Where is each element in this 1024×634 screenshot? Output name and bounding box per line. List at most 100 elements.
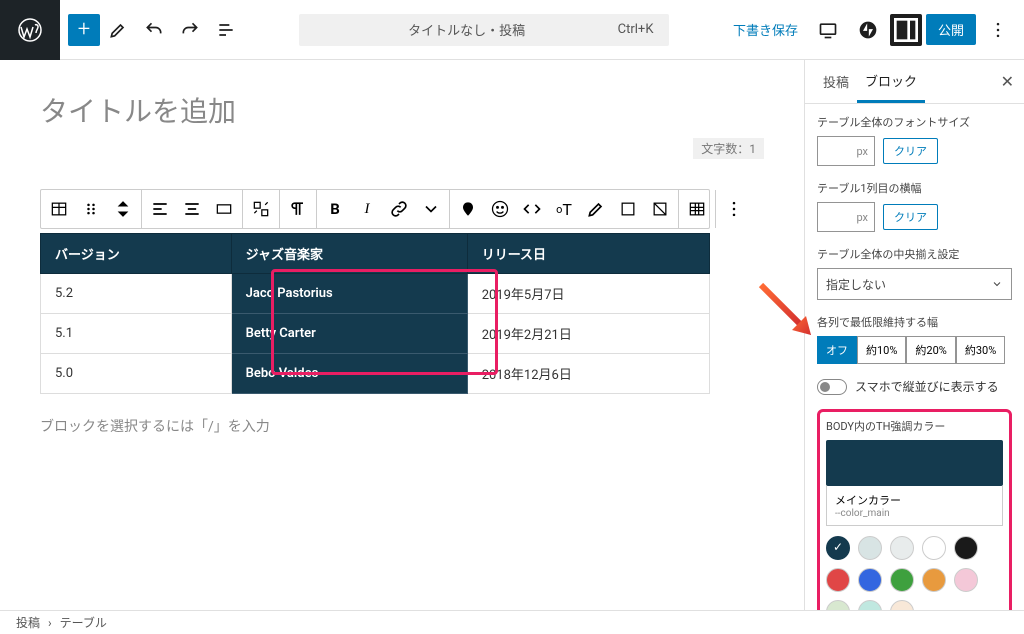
close-sidebar-icon[interactable]: ✕: [1001, 72, 1014, 91]
table-cell[interactable]: Betty Carter: [231, 314, 467, 354]
highlight-icon[interactable]: [580, 191, 612, 227]
color-swatch[interactable]: [922, 568, 946, 592]
min-width-option[interactable]: 約20%: [906, 336, 955, 364]
panel-label: BODY内のTH強調カラー: [826, 418, 1003, 434]
table-cell[interactable]: 2019年5月7日: [467, 274, 709, 314]
table-header[interactable]: バージョン: [41, 234, 232, 274]
drag-handle-icon[interactable]: [75, 191, 107, 227]
top-toolbar: + タイトルなし・投稿 Ctrl+K 下書き保存 公開: [0, 0, 1024, 60]
font-size-input[interactable]: px: [817, 136, 875, 166]
block-editor-canvas[interactable]: タイトルを追加 文字数：1 B I: [0, 60, 804, 610]
preview-icon[interactable]: [810, 12, 846, 48]
emoji-icon[interactable]: [484, 191, 516, 227]
shortcut-hint: Ctrl+K: [618, 22, 654, 37]
publish-button[interactable]: 公開: [926, 14, 976, 45]
color-swatch[interactable]: [826, 568, 850, 592]
color-preview[interactable]: [826, 440, 1003, 486]
cell-settings-icon[interactable]: [245, 191, 277, 227]
table-header[interactable]: ジャズ音楽家: [231, 234, 467, 274]
min-width-option[interactable]: オフ: [817, 336, 857, 364]
color-swatch[interactable]: [922, 536, 946, 560]
italic-icon[interactable]: I: [351, 191, 383, 227]
table-block-icon[interactable]: [43, 191, 75, 227]
breadcrumb-item[interactable]: テーブル: [60, 614, 107, 631]
color-swatch[interactable]: [858, 600, 882, 610]
color-swatch[interactable]: [890, 600, 914, 610]
jetpack-icon[interactable]: [850, 12, 886, 48]
tab-post[interactable]: 投稿: [815, 62, 857, 101]
th-color-panel: BODY内のTH強調カラー メインカラー --color_main: [817, 409, 1012, 610]
document-title-bar[interactable]: タイトルなし・投稿 Ctrl+K: [244, 14, 725, 46]
save-draft-link[interactable]: 下書き保存: [725, 20, 806, 39]
table-cell[interactable]: 5.1: [41, 314, 232, 354]
color-swatch[interactable]: [954, 536, 978, 560]
color-swatch[interactable]: [890, 536, 914, 560]
block-inserter-prompt[interactable]: ブロックを選択するには「/」を入力: [40, 416, 764, 436]
redo-icon[interactable]: [172, 12, 208, 48]
panel-label: テーブル全体のフォントサイズ: [817, 114, 1012, 130]
settings-sidebar: 投稿 ブロック ✕ テーブル全体のフォントサイズ px クリア テーブル1列目の…: [804, 60, 1024, 610]
move-up-down-icon[interactable]: [107, 191, 139, 227]
annotation-arrow: [756, 280, 816, 340]
table-cell[interactable]: 2018年12月6日: [467, 354, 709, 394]
tab-block[interactable]: ブロック: [857, 61, 925, 103]
color-name-display: メインカラー --color_main: [826, 486, 1003, 526]
col-width-input[interactable]: px: [817, 202, 875, 232]
color-swatch[interactable]: [954, 568, 978, 592]
add-block-button[interactable]: +: [68, 14, 100, 46]
box-icon[interactable]: [612, 191, 644, 227]
table-header[interactable]: リリース日: [467, 234, 709, 274]
more-icon[interactable]: [718, 191, 750, 227]
text-size-icon[interactable]: oT: [548, 191, 580, 227]
color-swatch[interactable]: [858, 536, 882, 560]
link-icon[interactable]: [383, 191, 415, 227]
breadcrumb-item[interactable]: 投稿: [16, 614, 40, 631]
clear-button[interactable]: クリア: [883, 138, 938, 164]
settings-panel-toggle[interactable]: [890, 14, 922, 46]
more-options-icon[interactable]: [980, 12, 1016, 48]
clear-button[interactable]: クリア: [883, 204, 938, 230]
panel-label: 各列で最低限維持する幅: [817, 314, 1012, 330]
vertical-stack-toggle[interactable]: [817, 379, 847, 395]
min-width-option[interactable]: 約10%: [857, 336, 906, 364]
bold-icon[interactable]: B: [319, 191, 351, 227]
toggle-label: スマホで縦並びに表示する: [855, 378, 999, 395]
table-row: 5.0 Bebo Valdes 2018年12月6日: [41, 354, 710, 394]
color-swatch[interactable]: [826, 600, 850, 610]
undo-icon[interactable]: [136, 12, 172, 48]
table-cell[interactable]: 5.2: [41, 274, 232, 314]
align-left-icon[interactable]: [144, 191, 176, 227]
color-swatch[interactable]: [890, 568, 914, 592]
document-outline-icon[interactable]: [208, 12, 244, 48]
post-title-input[interactable]: タイトルを追加: [40, 90, 764, 130]
table-cell[interactable]: Jaco Pastorius: [231, 274, 467, 314]
table-row: 5.2 Jaco Pastorius 2019年5月7日: [41, 274, 710, 314]
wp-logo[interactable]: [0, 0, 60, 60]
edit-mode-icon[interactable]: [100, 12, 136, 48]
document-name: タイトルなし・投稿: [405, 20, 527, 39]
color-swatch[interactable]: [826, 536, 850, 560]
table-cell[interactable]: 2019年2月21日: [467, 314, 709, 354]
background-icon[interactable]: [644, 191, 676, 227]
character-count: 文字数：1: [693, 138, 764, 159]
table-row: 5.1 Betty Carter 2019年2月21日: [41, 314, 710, 354]
breadcrumb-separator: ›: [48, 616, 52, 630]
chevron-down-icon[interactable]: [415, 191, 447, 227]
paragraph-icon[interactable]: [282, 191, 314, 227]
color-swatches: [826, 536, 1003, 610]
panel-label: テーブル全体の中央揃え設定: [817, 246, 1012, 262]
code-icon[interactable]: [516, 191, 548, 227]
align-full-icon[interactable]: [208, 191, 240, 227]
table-cell[interactable]: Bebo Valdes: [231, 354, 467, 394]
data-table[interactable]: バージョン ジャズ音楽家 リリース日 5.2 Jaco Pastorius 20…: [40, 233, 710, 394]
min-width-buttons: オフ 約10% 約20% 約30%: [817, 336, 1012, 364]
table-cell[interactable]: 5.0: [41, 354, 232, 394]
align-select[interactable]: 指定しない: [817, 268, 1012, 300]
custom-icon-1[interactable]: [452, 191, 484, 227]
panel-label: テーブル1列目の横幅: [817, 180, 1012, 196]
min-width-option[interactable]: 約30%: [956, 336, 1005, 364]
table-edit-icon[interactable]: [681, 191, 713, 227]
align-center-icon[interactable]: [176, 191, 208, 227]
color-swatch[interactable]: [858, 568, 882, 592]
block-toolbar: B I oT: [40, 189, 710, 229]
